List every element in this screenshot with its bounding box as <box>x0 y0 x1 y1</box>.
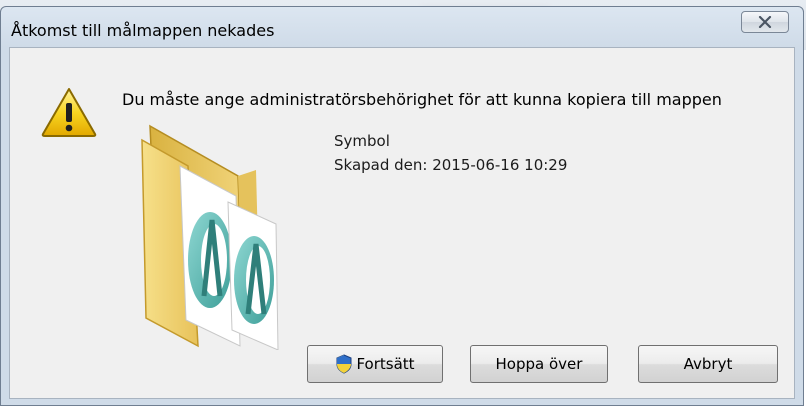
cancel-button-label: Avbryt <box>683 355 733 373</box>
title-bar[interactable]: Åtkomst till målmappen nekades <box>1 7 803 47</box>
permission-message: Du måste ange administratörsbehörighet f… <box>122 90 722 109</box>
continue-button-label: Fortsätt <box>356 355 415 373</box>
close-button[interactable] <box>741 11 789 33</box>
shield-icon <box>336 354 352 374</box>
item-created-date: Skapad den: 2015-06-16 10:29 <box>334 156 568 174</box>
skip-button-label: Hoppa över <box>495 355 583 373</box>
cancel-button[interactable]: Avbryt <box>638 345 778 383</box>
window-title: Åtkomst till målmappen nekades <box>11 21 275 40</box>
folder-icon <box>141 124 279 350</box>
dialog-client-area: Du måste ange administratörsbehörighet f… <box>9 47 795 399</box>
skip-button[interactable]: Hoppa över <box>470 345 608 383</box>
warning-icon <box>41 88 97 137</box>
item-name: Symbol <box>334 132 390 150</box>
continue-button[interactable]: Fortsätt <box>307 345 443 383</box>
close-icon <box>758 16 772 28</box>
dialog-window: Åtkomst till målmappen nekades Du måste … <box>0 6 804 406</box>
